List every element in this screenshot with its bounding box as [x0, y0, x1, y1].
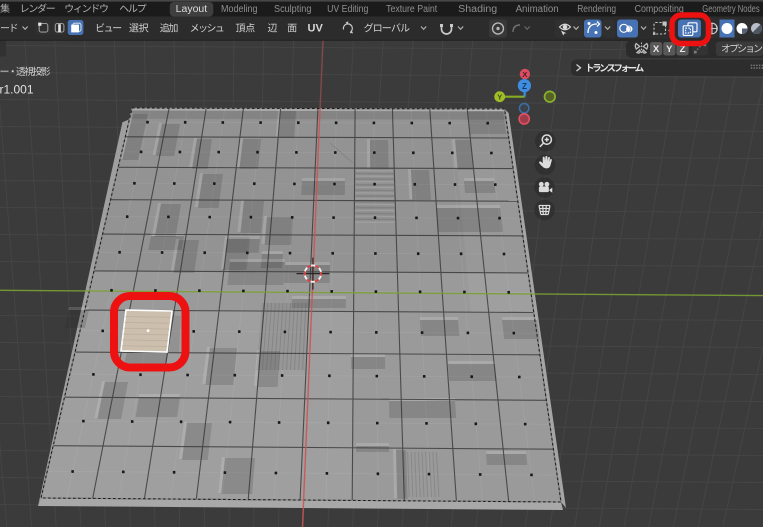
svg-text:Modeling: Modeling [221, 4, 258, 15]
svg-text:Animation: Animation [516, 4, 559, 15]
svg-text:Shading: Shading [458, 4, 497, 15]
svg-text:r1.001: r1.001 [0, 83, 34, 97]
svg-text:Z: Z [522, 82, 527, 91]
svg-text:X: X [653, 44, 660, 55]
svg-text:Sculpting: Sculpting [274, 4, 311, 15]
svg-text:Rendering: Rendering [577, 4, 616, 15]
svg-text:UV: UV [308, 23, 324, 35]
svg-text:Layout: Layout [176, 4, 208, 15]
svg-text:Y: Y [666, 44, 673, 55]
svg-text:X: X [522, 70, 527, 79]
svg-text:Y: Y [497, 93, 502, 102]
svg-text:UV Editing: UV Editing [327, 4, 368, 15]
svg-text:Texture Paint: Texture Paint [386, 4, 437, 15]
svg-text:Geometry Nodes: Geometry Nodes [702, 4, 759, 15]
